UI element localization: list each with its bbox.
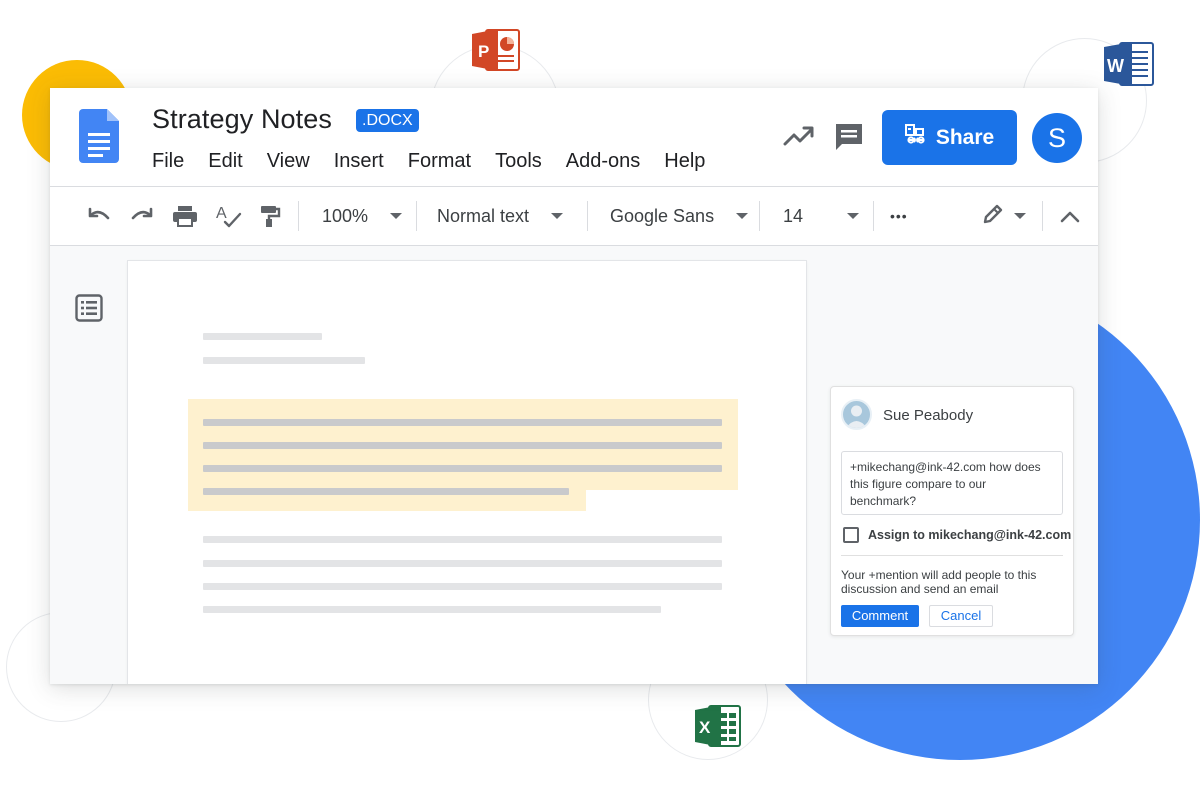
text-line-placeholder [203,357,365,364]
toolbar-divider [1042,201,1043,231]
zoom-value: 100% [322,205,369,226]
word-logo: W [1102,39,1156,94]
chevron-down-icon [1014,213,1026,219]
document-page[interactable] [128,261,806,684]
cancel-button[interactable]: Cancel [929,605,993,627]
menu-tools[interactable]: Tools [495,150,542,173]
assign-row: Assign to mikechang@ink-42.com [843,527,1071,543]
comment-icon[interactable] [833,121,865,158]
undo-icon[interactable] [86,187,112,245]
text-line-placeholder [203,333,322,340]
commenter-name: Sue Peabody [883,407,974,424]
document-outline-icon[interactable] [75,294,103,327]
text-line-placeholder [203,583,722,590]
comment-card: Sue Peabody +mikechang@ink-42.com how do… [830,386,1074,636]
font-size-select[interactable]: 14 [783,187,860,245]
svg-text:P: P [478,42,489,61]
toolbar-divider [759,201,760,231]
toolbar-divider [298,201,299,231]
user-avatar[interactable]: S [1032,113,1082,163]
more-options-label: ••• [890,208,908,224]
collapse-icon[interactable] [1060,187,1080,245]
editing-mode-select[interactable] [982,187,1026,245]
text-line-placeholder [203,488,569,495]
text-line-placeholder [203,560,722,567]
trending-up-icon[interactable] [783,124,815,153]
title-bar: Strategy Notes .DOCX File Edit View Inse… [50,88,1098,186]
svg-text:X: X [699,718,711,737]
excel-logo: X [693,703,743,754]
powerpoint-logo: P [470,27,522,78]
menu-format[interactable]: Format [408,150,471,173]
font-size-value: 14 [783,205,804,226]
text-line-placeholder [203,465,722,472]
document-title[interactable]: Strategy Notes [152,104,332,135]
docs-window: Strategy Notes .DOCX File Edit View Inse… [50,88,1098,684]
text-line-placeholder [203,606,661,613]
text-line-placeholder [203,442,722,449]
paragraph-style-value: Normal text [437,205,530,226]
paragraph-style-select[interactable]: Normal text [437,187,564,245]
divider [841,555,1063,556]
svg-text:W: W [1107,56,1124,76]
chevron-down-icon [390,213,403,219]
share-button[interactable]: Share [882,110,1017,165]
print-icon[interactable] [172,187,198,245]
chevron-down-icon [847,213,860,219]
assign-label: Assign to mikechang@ink-42.com [868,528,1072,542]
google-docs-icon[interactable] [79,109,119,168]
toolbar-divider [587,201,588,231]
formatting-toolbar: A 100% Normal text Google Sans 14 ••• [50,186,1098,246]
format-badge: .DOCX [356,109,419,132]
font-select[interactable]: Google Sans [610,187,749,245]
menu-help[interactable]: Help [664,150,705,173]
share-people-icon [904,123,927,153]
text-line-placeholder [203,419,722,426]
comment-button[interactable]: Comment [841,605,919,627]
spellcheck-icon[interactable]: A [215,187,243,245]
menu-edit[interactable]: Edit [208,150,242,173]
menu-bar: File Edit View Insert Format Tools Add-o… [152,150,729,173]
chevron-down-icon [551,213,564,219]
mention-note: Your +mention will add people to this di… [841,568,1037,596]
menu-addons[interactable]: Add-ons [566,150,641,173]
menu-file[interactable]: File [152,150,184,173]
menu-view[interactable]: View [267,150,310,173]
redo-icon[interactable] [129,187,155,245]
pencil-icon [982,203,1004,230]
more-options-button[interactable]: ••• [890,187,908,245]
commenter-avatar [841,399,872,430]
text-line-placeholder [203,536,722,543]
toolbar-divider [416,201,417,231]
chevron-down-icon [736,213,749,219]
toolbar-divider [873,201,874,231]
document-canvas: Sue Peabody +mikechang@ink-42.com how do… [50,246,1098,684]
font-value: Google Sans [610,205,715,226]
assign-checkbox[interactable] [843,527,859,543]
menu-insert[interactable]: Insert [334,150,384,173]
comment-input[interactable]: +mikechang@ink-42.com how does this figu… [841,451,1063,515]
share-button-label: Share [935,125,995,149]
zoom-select[interactable]: 100% [322,187,403,245]
svg-text:A: A [216,205,227,222]
paint-format-icon[interactable] [258,187,282,245]
